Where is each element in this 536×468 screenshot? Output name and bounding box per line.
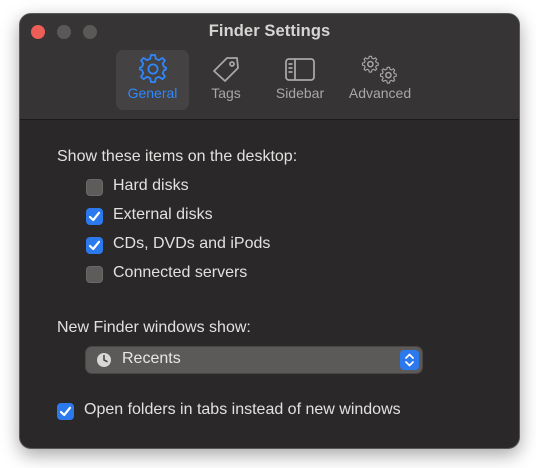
toolbar: Finder Settings General Tags Sidebar Adv… [20,14,519,120]
tab-sidebar[interactable]: Sidebar [268,50,332,110]
checkmark-icon [88,240,101,251]
tag-icon [213,57,239,82]
finder-settings-window: Finder Settings General Tags Sidebar Adv… [19,13,520,449]
external-disks-checkbox[interactable] [86,208,103,225]
tab-advanced[interactable]: Advanced [342,50,418,110]
external-disks-label: External disks [113,206,213,223]
tab-tags[interactable]: Tags [198,50,254,110]
desktop-items-heading: Show these items on the desktop: [57,148,298,165]
gear-icon [138,54,167,83]
checkmark-icon [88,211,101,222]
popup-stepper[interactable] [400,350,419,370]
chevron-up-down-icon [405,353,414,367]
gears-icon [361,55,397,84]
clock-icon [97,353,111,367]
checkmark-icon [59,406,72,417]
open-folders-in-tabs-label: Open folders in tabs instead of new wind… [84,401,401,418]
cds-dvds-ipods-checkbox[interactable] [86,237,103,254]
tab-tags-label: Tags [211,85,241,101]
cds-dvds-ipods-label: CDs, DVDs and iPods [113,235,271,252]
tab-sidebar-label: Sidebar [275,85,325,101]
hard-disks-label: Hard disks [113,177,189,194]
new-window-heading: New Finder windows show: [57,319,251,336]
hard-disks-checkbox[interactable] [86,179,103,196]
new-window-location-popup[interactable]: Recents [86,347,422,373]
tab-advanced-label: Advanced [348,85,412,101]
tab-general-label: General [127,85,178,101]
sidebar-icon [285,58,315,81]
connected-servers-checkbox[interactable] [86,266,103,283]
new-window-location-value: Recents [122,350,181,367]
open-folders-in-tabs-checkbox[interactable] [57,403,74,420]
tab-general[interactable]: General [116,50,189,110]
window-title: Finder Settings [208,22,331,40]
connected-servers-label: Connected servers [113,264,248,281]
